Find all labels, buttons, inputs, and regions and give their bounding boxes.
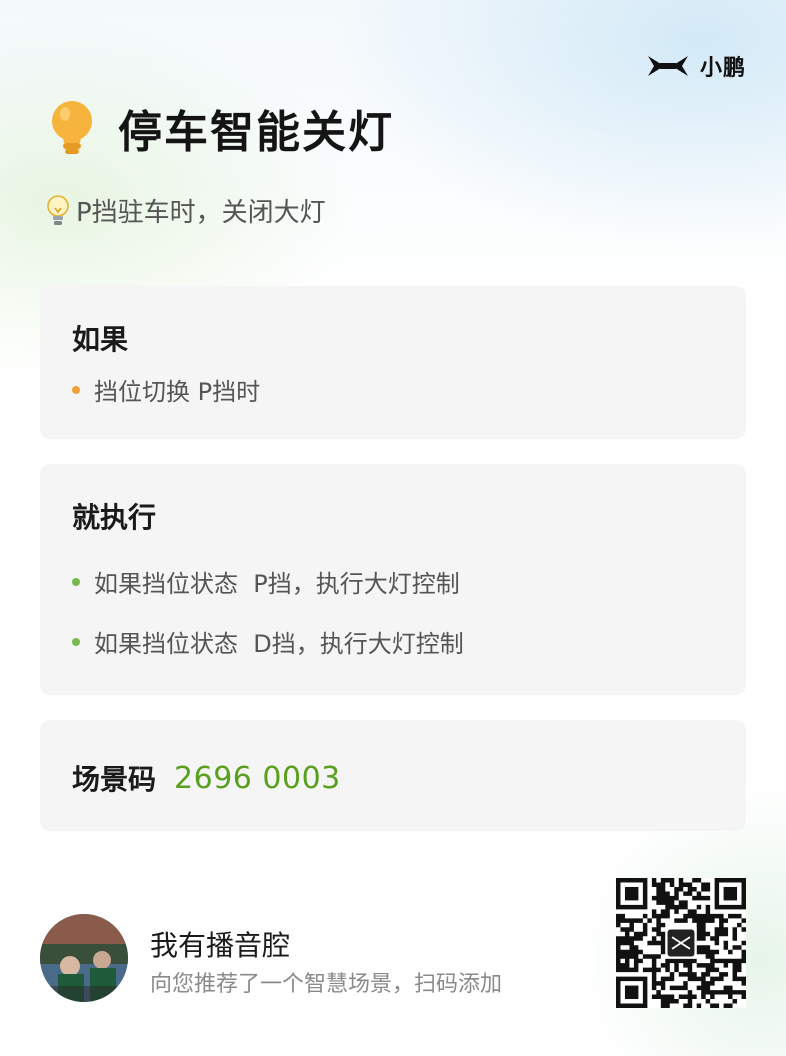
scene-code-label: 场景码 — [72, 763, 157, 796]
scene-code-row: 场景码 2696 0003 — [72, 758, 341, 798]
scene-code-value[interactable]: 2696 0003 — [174, 761, 341, 796]
qr-finder-pattern — [714, 878, 746, 910]
brand-logo: 小鹏 — [646, 50, 746, 82]
qr-finder-pattern — [616, 976, 648, 1008]
share-description: 向您推荐了一个智慧场景，扫码添加 — [150, 972, 503, 997]
condition-item: 挡位切换 P挡时 — [72, 372, 260, 407]
action-item-text: 如果挡位状态 D挡，执行大灯控制 — [94, 630, 464, 658]
avatar-image — [40, 914, 128, 1002]
avatar — [40, 914, 128, 1002]
scene-code-card: 场景码 2696 0003 — [40, 720, 746, 831]
condition-card: 如果 挡位切换 P挡时 — [40, 286, 746, 439]
action-title: 就执行 — [72, 501, 157, 534]
subtitle-row: P挡驻车时，关闭大灯 — [46, 192, 326, 229]
action-card: 就执行 如果挡位状态 P挡，执行大灯控制 如果挡位状态 D挡，执行大灯控制 — [40, 464, 746, 695]
lightbulb-icon — [52, 101, 92, 154]
bullet-dot — [72, 637, 80, 646]
qr-code[interactable] — [616, 878, 746, 1008]
action-item: 如果挡位状态 D挡，执行大灯控制 — [72, 624, 464, 659]
qr-code-icon — [616, 878, 746, 1008]
small-lightbulb-icon — [47, 194, 69, 225]
page-title: 停车智能关灯 — [118, 107, 394, 158]
condition-item-text: 挡位切换 P挡时 — [94, 378, 261, 406]
bullet-dot — [72, 385, 80, 394]
qr-center-logo-icon — [665, 927, 697, 959]
title-row: 停车智能关灯 — [48, 96, 394, 160]
action-item-text: 如果挡位状态 P挡，执行大灯控制 — [94, 570, 460, 598]
xpeng-logo-icon — [647, 56, 688, 76]
action-item: 如果挡位状态 P挡，执行大灯控制 — [72, 564, 460, 599]
scene-subtitle: P挡驻车时，关闭大灯 — [76, 198, 326, 228]
user-name: 我有播音腔 — [150, 929, 291, 962]
brand-name: 小鹏 — [699, 56, 746, 81]
bullet-dot — [72, 577, 80, 586]
condition-title: 如果 — [72, 323, 129, 356]
qr-finder-pattern — [616, 878, 648, 910]
